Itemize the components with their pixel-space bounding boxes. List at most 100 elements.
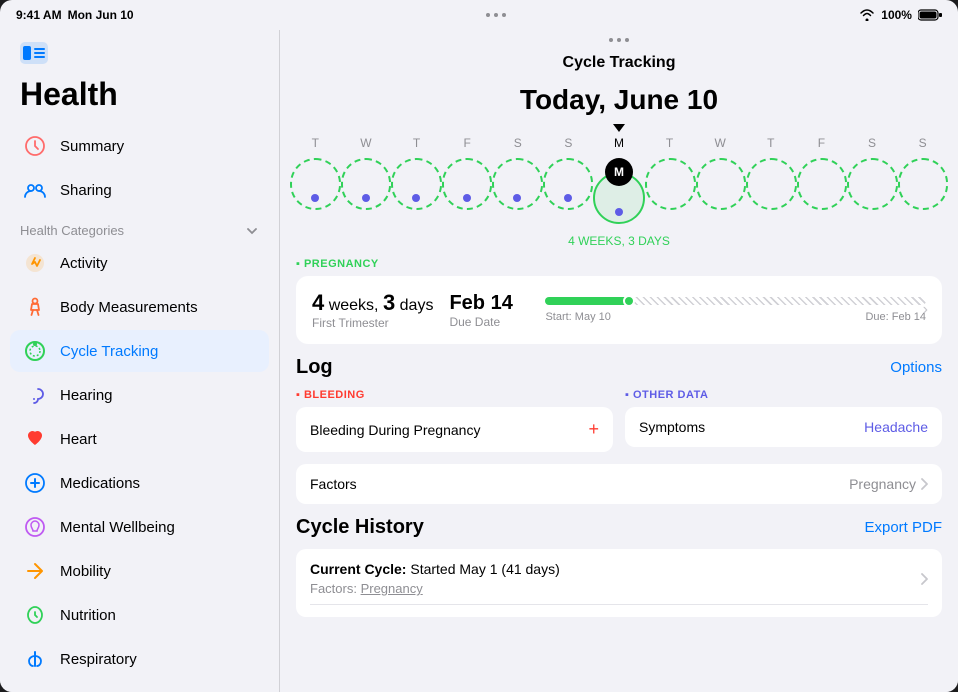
sidebar-item-sharing[interactable]: Sharing	[10, 169, 269, 211]
weeks-display: 4 weeks, 3 days	[312, 290, 433, 316]
day-label-12: S	[897, 136, 948, 150]
status-bar-right: 100%	[859, 8, 942, 22]
sidebar-item-activity[interactable]: Activity	[10, 242, 269, 284]
days-unit: days	[400, 297, 434, 314]
cycle-dot-2	[412, 194, 420, 202]
cycle-dot-today	[615, 208, 623, 216]
medications-icon	[22, 470, 48, 496]
sidebar-item-heart[interactable]: Heart	[10, 418, 269, 460]
history-chevron-icon	[920, 572, 928, 586]
sidebar-item-medications[interactable]: Medications	[10, 462, 269, 504]
factors-row[interactable]: Factors Pregnancy	[296, 464, 942, 504]
nutrition-label: Nutrition	[60, 607, 116, 624]
cycle-day-12[interactable]	[898, 158, 949, 210]
progress-remaining	[629, 297, 926, 305]
progress-end: Due: Feb 14	[865, 311, 926, 323]
day-label-9: T	[745, 136, 796, 150]
log-section: Log Options ▪ BLEEDING Bleeding During P…	[296, 356, 942, 504]
wifi-icon	[859, 9, 875, 21]
sidebar-item-sleep[interactable]: Sleep	[10, 682, 269, 692]
categories-label: Health Categories	[20, 223, 124, 238]
sidebar-item-respiratory[interactable]: Respiratory	[10, 638, 269, 680]
other-tag: ▪ OTHER DATA	[625, 389, 942, 401]
sidebar-header	[0, 30, 279, 72]
main-content: Cycle Tracking Today, June 10 T W T F S …	[280, 30, 958, 692]
chevron-down-icon[interactable]	[245, 224, 259, 238]
day-label-10: F	[796, 136, 847, 150]
factors-value: Pregnancy	[849, 476, 928, 492]
cycle-day-3[interactable]	[442, 158, 493, 210]
current-cycle-row: Current Cycle: Started May 1 (41 days) F…	[310, 561, 928, 605]
cycle-day-7[interactable]	[645, 158, 696, 210]
bleeding-item-label: Bleeding During Pregnancy	[310, 422, 480, 438]
summary-icon	[22, 133, 48, 159]
day-label-8: W	[695, 136, 746, 150]
heart-label: Heart	[60, 431, 97, 448]
progress-start: Start: May 10	[545, 311, 610, 323]
cycle-day-0[interactable]	[290, 158, 341, 210]
history-factors-text: Factors: Pregnancy	[310, 581, 560, 596]
sidebar-item-mental[interactable]: Mental Wellbeing	[10, 506, 269, 548]
hearing-label: Hearing	[60, 387, 113, 404]
sidebar: Health Summary	[0, 30, 280, 692]
cycle-day-1[interactable]	[341, 158, 392, 210]
weeks-number: 4	[312, 290, 324, 315]
sidebar-item-cycle[interactable]: Cycle Tracking	[10, 330, 269, 372]
day-label-7: T	[644, 136, 695, 150]
pregnancy-card[interactable]: 4 weeks, 3 days First Trimester Feb 14 D…	[296, 276, 942, 344]
bleeding-column: ▪ BLEEDING Bleeding During Pregnancy +	[296, 389, 613, 460]
sidebar-item-hearing[interactable]: Hearing	[10, 374, 269, 416]
cycle-dot-0	[311, 194, 319, 202]
respiratory-label: Respiratory	[60, 651, 137, 668]
cycle-day-5[interactable]	[543, 158, 594, 210]
cycle-day-4[interactable]	[492, 158, 543, 210]
log-options-button[interactable]: Options	[890, 359, 942, 376]
current-cycle-detail: Started May 1 (41 days)	[410, 561, 559, 577]
days-number: 3	[383, 290, 395, 315]
trimester-label: First Trimester	[312, 316, 433, 330]
status-time: 9:41 AM	[16, 8, 62, 22]
today-indicator	[280, 124, 958, 132]
factors-chevron-icon	[920, 477, 928, 491]
mobility-label: Mobility	[60, 563, 111, 580]
sharing-label: Sharing	[60, 182, 112, 199]
cycle-day-8[interactable]	[696, 158, 747, 210]
current-cycle-text: Current Cycle: Started May 1 (41 days)	[310, 561, 560, 577]
category-list: Activity Body Measurements	[0, 242, 279, 692]
mental-icon	[22, 514, 48, 540]
sidebar-toggle-icon[interactable]	[20, 42, 48, 64]
bleeding-add-button[interactable]: +	[588, 419, 599, 440]
day-label-5: S	[543, 136, 594, 150]
pregnancy-tag: ▪ PREGNANCY	[296, 258, 942, 270]
heart-icon	[22, 426, 48, 452]
sidebar-item-body[interactable]: Body Measurements	[10, 286, 269, 328]
day-label-4: S	[492, 136, 543, 150]
sidebar-item-nutrition[interactable]: Nutrition	[10, 594, 269, 636]
pregnancy-weeks: 4 weeks, 3 days First Trimester	[312, 290, 433, 330]
other-tag-label: OTHER DATA	[633, 389, 708, 401]
sidebar-item-mobility[interactable]: Mobility	[10, 550, 269, 592]
due-date-value: Feb 14	[449, 292, 529, 315]
nutrition-icon	[22, 602, 48, 628]
status-bar-center	[486, 13, 506, 17]
cycle-day-2[interactable]	[391, 158, 442, 210]
factors-label: Factors	[310, 476, 357, 492]
symptoms-item[interactable]: Symptoms Headache	[625, 407, 942, 447]
cycle-day-11[interactable]	[847, 158, 898, 210]
date-header: Today, June 10	[280, 76, 958, 124]
dot1	[486, 13, 490, 17]
day-label-2: T	[391, 136, 442, 150]
cycle-day-10[interactable]	[797, 158, 848, 210]
status-date: Mon Jun 10	[68, 8, 134, 22]
pregnancy-tag-label: PREGNANCY	[304, 258, 379, 270]
dot2	[494, 13, 498, 17]
history-card[interactable]: Current Cycle: Started May 1 (41 days) F…	[296, 549, 942, 617]
battery-level: 100%	[881, 8, 912, 22]
cycle-dot-3	[463, 194, 471, 202]
bleeding-item[interactable]: Bleeding During Pregnancy +	[296, 407, 613, 452]
cycle-day-9[interactable]	[746, 158, 797, 210]
hearing-icon	[22, 382, 48, 408]
export-pdf-button[interactable]: Export PDF	[864, 519, 942, 536]
sidebar-item-summary[interactable]: Summary	[10, 125, 269, 167]
bleeding-dot: ▪	[296, 389, 304, 401]
